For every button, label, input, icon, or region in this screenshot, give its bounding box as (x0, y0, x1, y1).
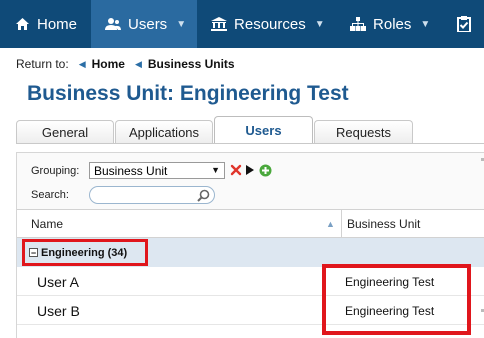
tab-requests[interactable]: Requests (314, 120, 413, 143)
group-label: Engineering (34) (41, 246, 128, 259)
tab-general-label: General (41, 124, 89, 140)
chevron-down-icon: ▼ (314, 18, 325, 30)
search-label: Search: (31, 189, 69, 201)
user-name-cell[interactable]: User A (37, 274, 79, 290)
nav-users-label: Users (128, 15, 168, 33)
nav-approvals[interactable] (444, 0, 484, 48)
search-icon[interactable] (197, 189, 210, 207)
sitemap-icon (350, 16, 367, 32)
play-icon[interactable] (245, 164, 255, 176)
triangle-left-icon: ◀ (78, 58, 86, 69)
column-header-name[interactable]: Name (31, 210, 63, 238)
grid-toolbar: Grouping: Business Unit ▼ Search: (17, 153, 484, 209)
tab-users[interactable]: Users (214, 116, 313, 144)
user-name-cell[interactable]: User B (37, 303, 80, 319)
column-header-business-unit[interactable]: Business Unit (347, 210, 420, 238)
chevron-down-icon: ▼ (176, 18, 187, 30)
search-input[interactable] (89, 186, 215, 204)
tab-requests-label: Requests (336, 124, 391, 140)
home-icon (14, 16, 30, 32)
column-divider[interactable] (341, 210, 342, 238)
users-icon (105, 16, 122, 32)
users-grid-panel: Grouping: Business Unit ▼ Search: Name ▲… (16, 152, 484, 338)
nav-home[interactable]: Home (0, 0, 91, 48)
tab-users-label: Users (245, 123, 282, 138)
sort-ascending-icon: ▲ (326, 219, 335, 229)
bank-icon (211, 16, 228, 32)
tab-divider (16, 143, 484, 144)
tab-applications-label: Applications (128, 124, 200, 140)
triangle-left-icon: ◀ (134, 58, 142, 69)
collapse-icon[interactable]: − (29, 248, 38, 258)
nav-roles-label: Roles (373, 15, 412, 33)
grouping-select-value: Business Unit (94, 163, 168, 178)
tab-general[interactable]: General (16, 120, 114, 143)
chevron-down-icon: ▼ (211, 165, 220, 175)
nav-resources[interactable]: Resources ▼ (197, 0, 336, 48)
nav-resources-label: Resources (234, 15, 306, 33)
nav-users[interactable]: Users ▼ (91, 0, 198, 48)
grouping-select[interactable]: Business Unit ▼ (89, 162, 225, 179)
grouping-label: Grouping: (31, 165, 80, 177)
grid-header: Name ▲ Business Unit (17, 209, 484, 238)
tab-applications[interactable]: Applications (115, 120, 213, 143)
clipboard-check-icon (456, 16, 472, 32)
breadcrumb-business-units[interactable]: Business Units (148, 57, 235, 71)
breadcrumb-home[interactable]: Home (92, 57, 125, 71)
breadcrumb: Return to: ◀ Home ◀ Business Units (16, 57, 235, 71)
group-row-engineering: − Engineering (34) (17, 238, 484, 267)
top-navigation-bar: Home Users ▼ Resources ▼ Roles ▼ (0, 0, 484, 48)
nav-home-label: Home (37, 15, 78, 33)
page-title: Business Unit: Engineering Test (27, 82, 349, 105)
nav-roles[interactable]: Roles ▼ (336, 0, 444, 48)
business-unit-highlight-box (322, 264, 471, 335)
group-highlight-box[interactable]: − Engineering (34) (22, 239, 148, 266)
clear-grouping-icon[interactable] (229, 163, 243, 177)
breadcrumb-prefix: Return to: (16, 57, 69, 71)
add-grouping-icon[interactable] (258, 163, 272, 177)
chevron-down-icon: ▼ (420, 18, 431, 30)
